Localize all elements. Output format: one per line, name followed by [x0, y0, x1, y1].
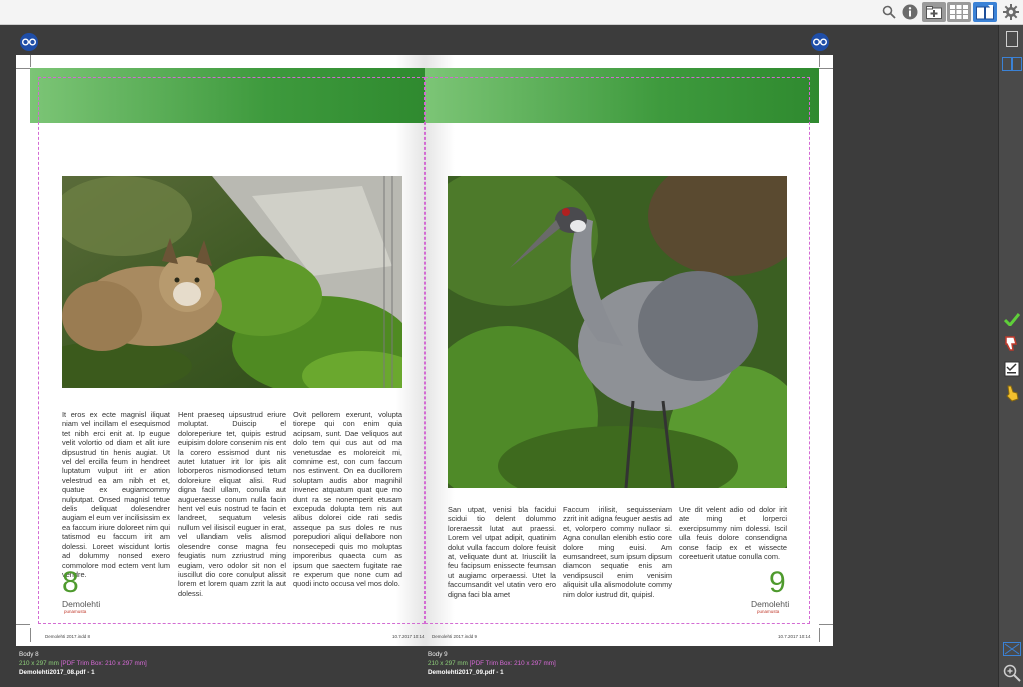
crop-mark [819, 68, 833, 69]
pointer-hand-icon[interactable] [1001, 383, 1022, 403]
search-icon[interactable] [880, 2, 898, 22]
right-column-2: Faccum irilisit, sequisseniam zzrit init… [563, 505, 672, 599]
add-page-icon[interactable] [922, 2, 946, 22]
lynx-photo [62, 176, 402, 388]
single-page-icon[interactable] [1001, 29, 1022, 49]
page-info-file: Demolehti2017_08.pdf - 1 [19, 669, 95, 676]
top-toolbar [0, 0, 1023, 25]
grid-view-icon[interactable] [947, 2, 971, 22]
page-number-right: 9 [769, 566, 786, 599]
crop-mark [16, 68, 30, 69]
approve-check-icon[interactable] [1001, 309, 1022, 329]
zoom-in-icon[interactable] [1001, 663, 1022, 683]
slug-left-file: Demolehti 2017.indd 8 [45, 634, 91, 639]
right-column-3: Ure dit velent adio od dolor irit ate mi… [679, 505, 787, 562]
page-info-file: Demolehti2017_09.pdf - 1 [428, 669, 504, 676]
brand-right: Demolehti [751, 599, 790, 609]
left-column-1: It eros ex ecte magnisl iliquat niam vel… [62, 410, 170, 579]
crop-mark [819, 624, 833, 625]
page-info-name: Body 8 [19, 651, 39, 658]
crop-mark [819, 628, 820, 642]
page-info-size: 210 x 297 mm [19, 660, 59, 667]
brand-sub-right: punamusta [757, 609, 780, 614]
brand-sub-left: punamusta [64, 609, 87, 614]
left-column-3: Ovit pellorem exerunt, volupta tiorepe q… [293, 410, 402, 589]
page-info-name: Body 9 [428, 651, 448, 658]
crop-mark [30, 55, 31, 67]
spread-view-icon[interactable] [973, 2, 997, 22]
checklist-icon[interactable] [1001, 359, 1022, 379]
right-tool-rail [998, 25, 1023, 687]
crop-mark [819, 55, 820, 67]
fit-to-screen-icon[interactable] [1001, 639, 1022, 659]
page-number-left: 8 [62, 566, 79, 599]
right-column-1: San utpat, venisi bla facidui scidui tio… [448, 505, 556, 599]
view-glasses-icon[interactable] [811, 33, 829, 51]
view-glasses-icon[interactable] [20, 33, 38, 51]
slug-left-date: 10.7.2017 10:14 [392, 634, 425, 639]
slug-right-date: 10.7.2017 10:14 [778, 634, 811, 639]
slug-right-file: Demolehti 2017.indd 9 [432, 634, 478, 639]
info-icon[interactable] [901, 2, 919, 22]
reject-thumb-icon[interactable] [1001, 334, 1022, 354]
brand-left: Demolehti [62, 599, 101, 609]
crop-mark [16, 624, 30, 625]
crane-photo [448, 176, 787, 488]
page-info-trim: [PDF Trim Box: 210 x 297 mm] [469, 660, 556, 667]
page-info-size: 210 x 297 mm [428, 660, 468, 667]
crop-mark [30, 628, 31, 642]
left-column-2: Hent praeseq uipsustrud eriure moluptat.… [178, 410, 286, 598]
page-info-left[interactable]: Body 8 210 x 297 mm [PDF Trim Box: 210 x… [19, 650, 147, 677]
page-info-trim: [PDF Trim Box: 210 x 297 mm] [60, 660, 147, 667]
two-page-icon[interactable] [1001, 54, 1022, 74]
gear-icon[interactable] [1001, 2, 1021, 22]
page-info-right[interactable]: Body 9 210 x 297 mm [PDF Trim Box: 210 x… [428, 650, 556, 677]
